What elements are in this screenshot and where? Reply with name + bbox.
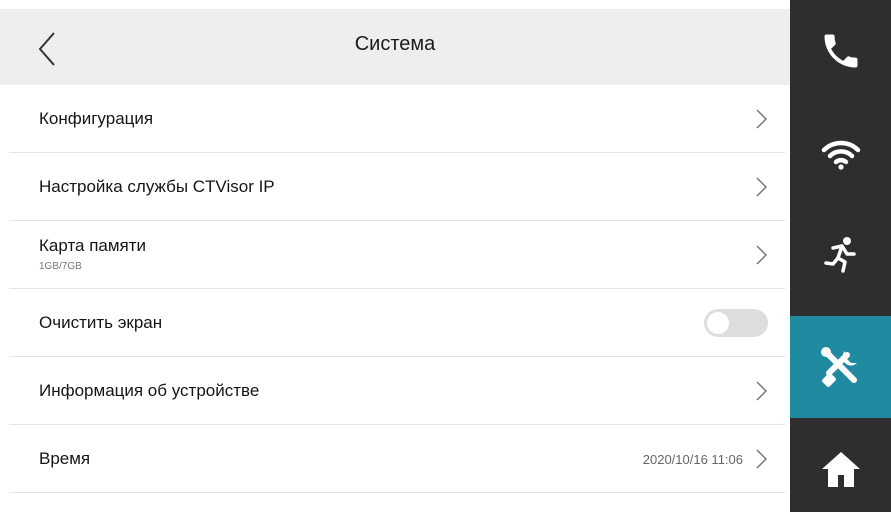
settings-item-label: Очистить экран xyxy=(39,313,163,332)
nav-item-network[interactable] xyxy=(790,102,891,204)
toggle-knob xyxy=(707,312,729,334)
main-panel: Система Конфигурация Настройка службы CT… xyxy=(0,0,790,512)
nav-item-home[interactable] xyxy=(790,418,891,520)
settings-item-label: Время xyxy=(39,449,91,468)
sidebar-nav xyxy=(790,0,891,512)
chevron-right-icon xyxy=(756,449,768,469)
settings-item-clear-screen: Очистить экран xyxy=(9,289,785,357)
chevron-right-icon xyxy=(756,381,768,401)
phone-icon xyxy=(824,34,857,68)
running-person-icon xyxy=(823,237,856,273)
settings-item-ctvisor[interactable]: Настройка службы CTVisor IP xyxy=(9,153,785,221)
settings-item-time[interactable]: Время 2020/10/16 11:06 xyxy=(9,425,785,493)
datetime-value: 2020/10/16 11:06 xyxy=(642,452,743,467)
clear-screen-toggle[interactable] xyxy=(704,309,768,337)
chevron-right-icon xyxy=(756,245,768,265)
tools-icon xyxy=(820,347,857,387)
settings-item-label: Настройка службы CTVisor IP xyxy=(39,177,275,196)
nav-item-settings[interactable] xyxy=(790,316,891,418)
header-bar: Система xyxy=(0,9,790,85)
settings-item-device-info[interactable]: Информация об устройстве xyxy=(9,357,785,425)
nav-item-calls[interactable] xyxy=(790,0,891,102)
settings-list: Конфигурация Настройка службы CTVisor IP… xyxy=(0,85,790,493)
page-title: Система xyxy=(354,33,436,55)
wifi-icon xyxy=(821,140,860,170)
settings-item-label: Информация об устройстве xyxy=(39,381,260,400)
home-icon xyxy=(821,452,860,487)
memory-usage-text: 1GB/7GB xyxy=(39,261,82,272)
settings-item-memory-card[interactable]: Карта памяти 1GB/7GB xyxy=(9,221,785,289)
chevron-right-icon xyxy=(756,109,768,129)
chevron-right-icon xyxy=(756,177,768,197)
settings-item-configuration[interactable]: Конфигурация xyxy=(9,85,785,153)
nav-item-motion[interactable] xyxy=(790,204,891,306)
settings-item-label: Конфигурация xyxy=(39,109,154,128)
settings-item-label: Карта памяти xyxy=(39,236,147,255)
